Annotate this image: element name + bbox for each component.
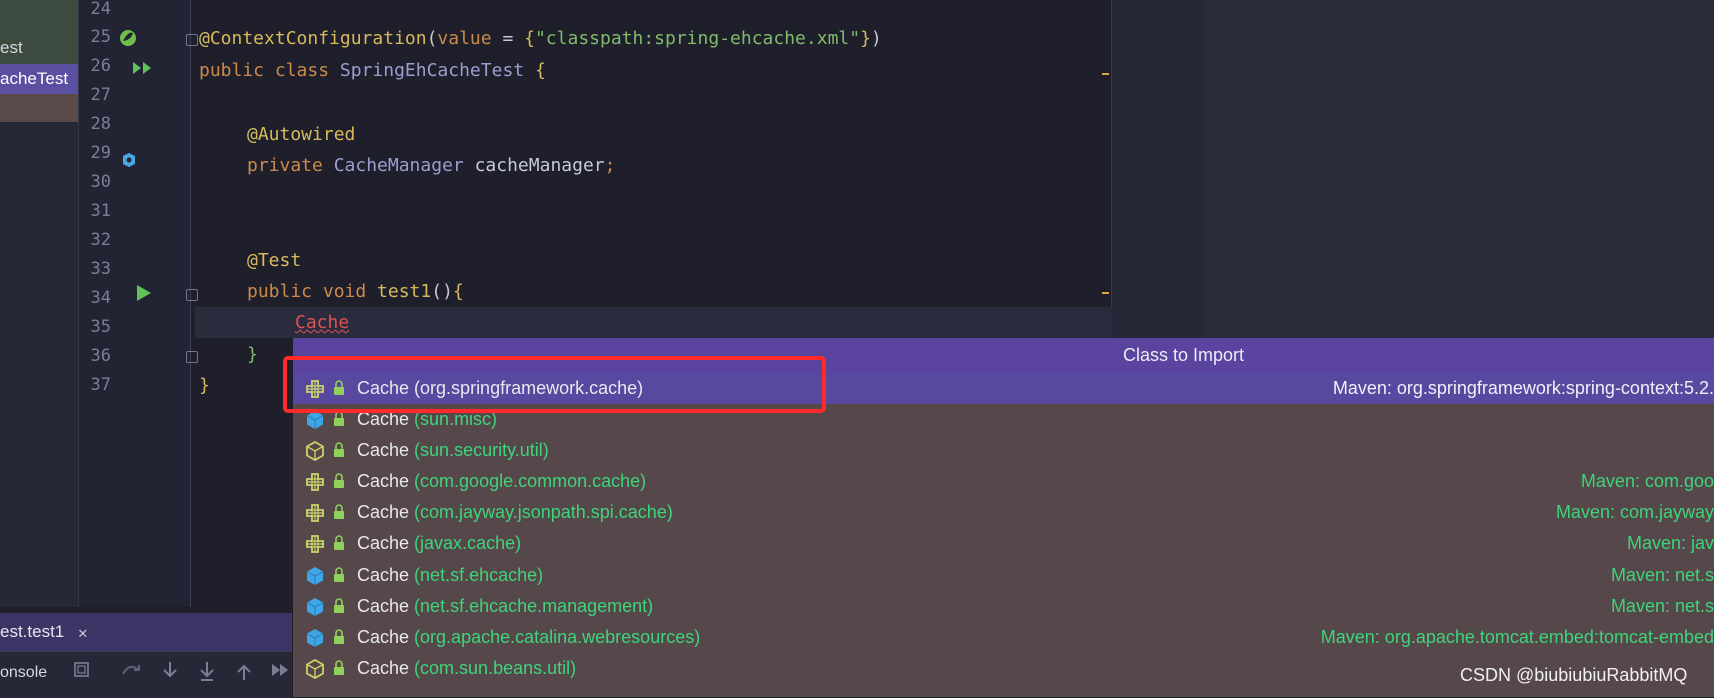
code-line-28[interactable]: @Autowired	[247, 119, 355, 150]
import-option[interactable]: Cache (net.sf.ehcache.management) Maven:…	[293, 591, 1714, 622]
fold-icon[interactable]	[186, 34, 198, 46]
import-option[interactable]: Cache (com.jayway.jsonpath.spi.cache) Ma…	[293, 497, 1714, 528]
import-option[interactable]: Cache (org.apache.catalina.webresources)…	[293, 622, 1714, 653]
fold-icon[interactable]	[186, 351, 198, 363]
import-package: (com.jayway.jsonpath.spi.cache)	[414, 502, 673, 522]
lock-icon	[334, 567, 344, 582]
line-number: 28	[90, 114, 111, 134]
lock-icon	[334, 442, 344, 457]
abstract-class-icon	[306, 659, 324, 679]
interface-icon	[306, 504, 324, 522]
import-source: Maven: com.jayway	[1555, 502, 1714, 522]
lock-icon	[334, 473, 344, 488]
code-line-36[interactable]: }	[199, 370, 210, 401]
console-tab[interactable]: onsole	[0, 664, 47, 682]
import-class-name: Cache	[357, 565, 410, 585]
code-line-34[interactable]: Cache	[295, 307, 349, 338]
force-step-into-icon[interactable]	[197, 660, 217, 682]
import-package: (javax.cache)	[414, 533, 522, 553]
warning-marker[interactable]	[1102, 292, 1109, 294]
import-package: (sun.security.util)	[414, 440, 549, 460]
lock-icon	[334, 535, 344, 550]
import-class-name: Cache	[357, 596, 410, 616]
import-option[interactable]: Cache (net.sf.ehcache) Maven: net.s	[293, 560, 1714, 591]
interface-icon	[306, 535, 324, 553]
line-number: 34	[90, 288, 111, 308]
warning-marker[interactable]	[1102, 73, 1109, 75]
annotation-highlight-box	[283, 356, 826, 413]
import-source: Maven: org.springframework:spring-contex…	[1332, 378, 1714, 398]
tree-item-selected-test[interactable]: acheTest	[0, 64, 78, 94]
class-icon	[306, 629, 324, 647]
project-tree: est acheTest	[0, 0, 79, 607]
code-line-26[interactable]: public class SpringEhCacheTest {	[199, 55, 546, 86]
import-class-name: Cache	[357, 440, 410, 460]
run-tab-test1[interactable]: est.test1	[0, 613, 64, 651]
code-line-32[interactable]: @Test	[247, 245, 301, 276]
import-source: Maven: com.goo	[1580, 471, 1714, 491]
import-package: (net.sf.ehcache)	[414, 565, 544, 585]
import-option[interactable]: Cache (javax.cache) Maven: jav	[293, 528, 1714, 559]
editor-right-margin	[1111, 0, 1205, 340]
code-line-25[interactable]: @ContextConfiguration(value = {"classpat…	[199, 23, 882, 54]
import-source: Maven: jav	[1626, 533, 1714, 553]
run-all-tests-icon[interactable]	[132, 60, 154, 76]
import-package: (com.sun.beans.util)	[414, 658, 577, 678]
fold-guide	[190, 0, 191, 607]
interface-icon	[306, 473, 324, 491]
tree-item-highlighted[interactable]	[0, 94, 78, 122]
lock-icon	[334, 598, 344, 613]
line-number: 25	[90, 27, 111, 47]
run-test-icon[interactable]	[135, 283, 153, 303]
lock-icon	[334, 504, 344, 519]
line-number: 32	[90, 230, 111, 250]
run-to-cursor-icon[interactable]	[270, 660, 290, 680]
close-icon[interactable]: ✕	[78, 623, 88, 642]
class-icon	[306, 411, 324, 429]
line-number: 30	[90, 172, 111, 192]
import-option[interactable]: Cache (com.google.common.cache) Maven: c…	[293, 466, 1714, 497]
watermark: CSDN @biubiubiuRabbitMQ	[1460, 665, 1688, 685]
lock-icon	[334, 660, 344, 675]
import-class-name: Cache	[357, 533, 410, 553]
import-source: Maven: org.apache.tomcat.embed:tomcat-em…	[1320, 627, 1714, 647]
import-source: Maven: net.s	[1610, 565, 1714, 585]
import-package: (org.apache.catalina.webresources)	[414, 627, 701, 647]
line-number: 37	[90, 375, 111, 395]
code-line-33[interactable]: public void test1(){	[247, 276, 464, 307]
import-package: (com.google.common.cache)	[414, 471, 647, 491]
line-number: 27	[90, 85, 111, 105]
code-line-29[interactable]: private CacheManager cacheManager;	[247, 150, 615, 181]
code-line-35[interactable]: }	[247, 339, 258, 370]
step-out-icon[interactable]	[234, 660, 254, 682]
step-into-icon[interactable]	[160, 660, 180, 682]
import-package: (net.sf.ehcache.management)	[414, 596, 654, 616]
import-class-name: Cache	[357, 502, 410, 522]
layout-icon[interactable]	[72, 660, 92, 680]
line-number: 36	[90, 346, 111, 366]
class-icon	[306, 598, 324, 616]
line-number: 29	[90, 143, 111, 163]
step-over-icon[interactable]	[120, 660, 142, 680]
import-option[interactable]: Cache (sun.security.util)	[293, 435, 1714, 466]
line-number: 31	[90, 201, 111, 221]
import-class-name: Cache	[357, 471, 410, 491]
lock-icon	[334, 629, 344, 644]
line-number: 26	[90, 56, 111, 76]
spring-leaf-icon[interactable]	[118, 28, 138, 48]
fold-icon[interactable]	[186, 289, 198, 301]
line-number: 35	[90, 317, 111, 337]
bean-injection-icon[interactable]	[121, 152, 137, 168]
abstract-class-icon	[306, 441, 324, 461]
tree-item-test[interactable]: est	[0, 33, 78, 63]
import-class-name: Cache	[357, 627, 410, 647]
import-class-name: Cache	[357, 658, 410, 678]
import-source: Maven: net.s	[1610, 596, 1714, 616]
editor-background-panel	[1203, 0, 1714, 340]
popup-title: Class to Import	[1123, 345, 1245, 365]
class-icon	[306, 567, 324, 585]
line-number: 33	[90, 259, 111, 279]
